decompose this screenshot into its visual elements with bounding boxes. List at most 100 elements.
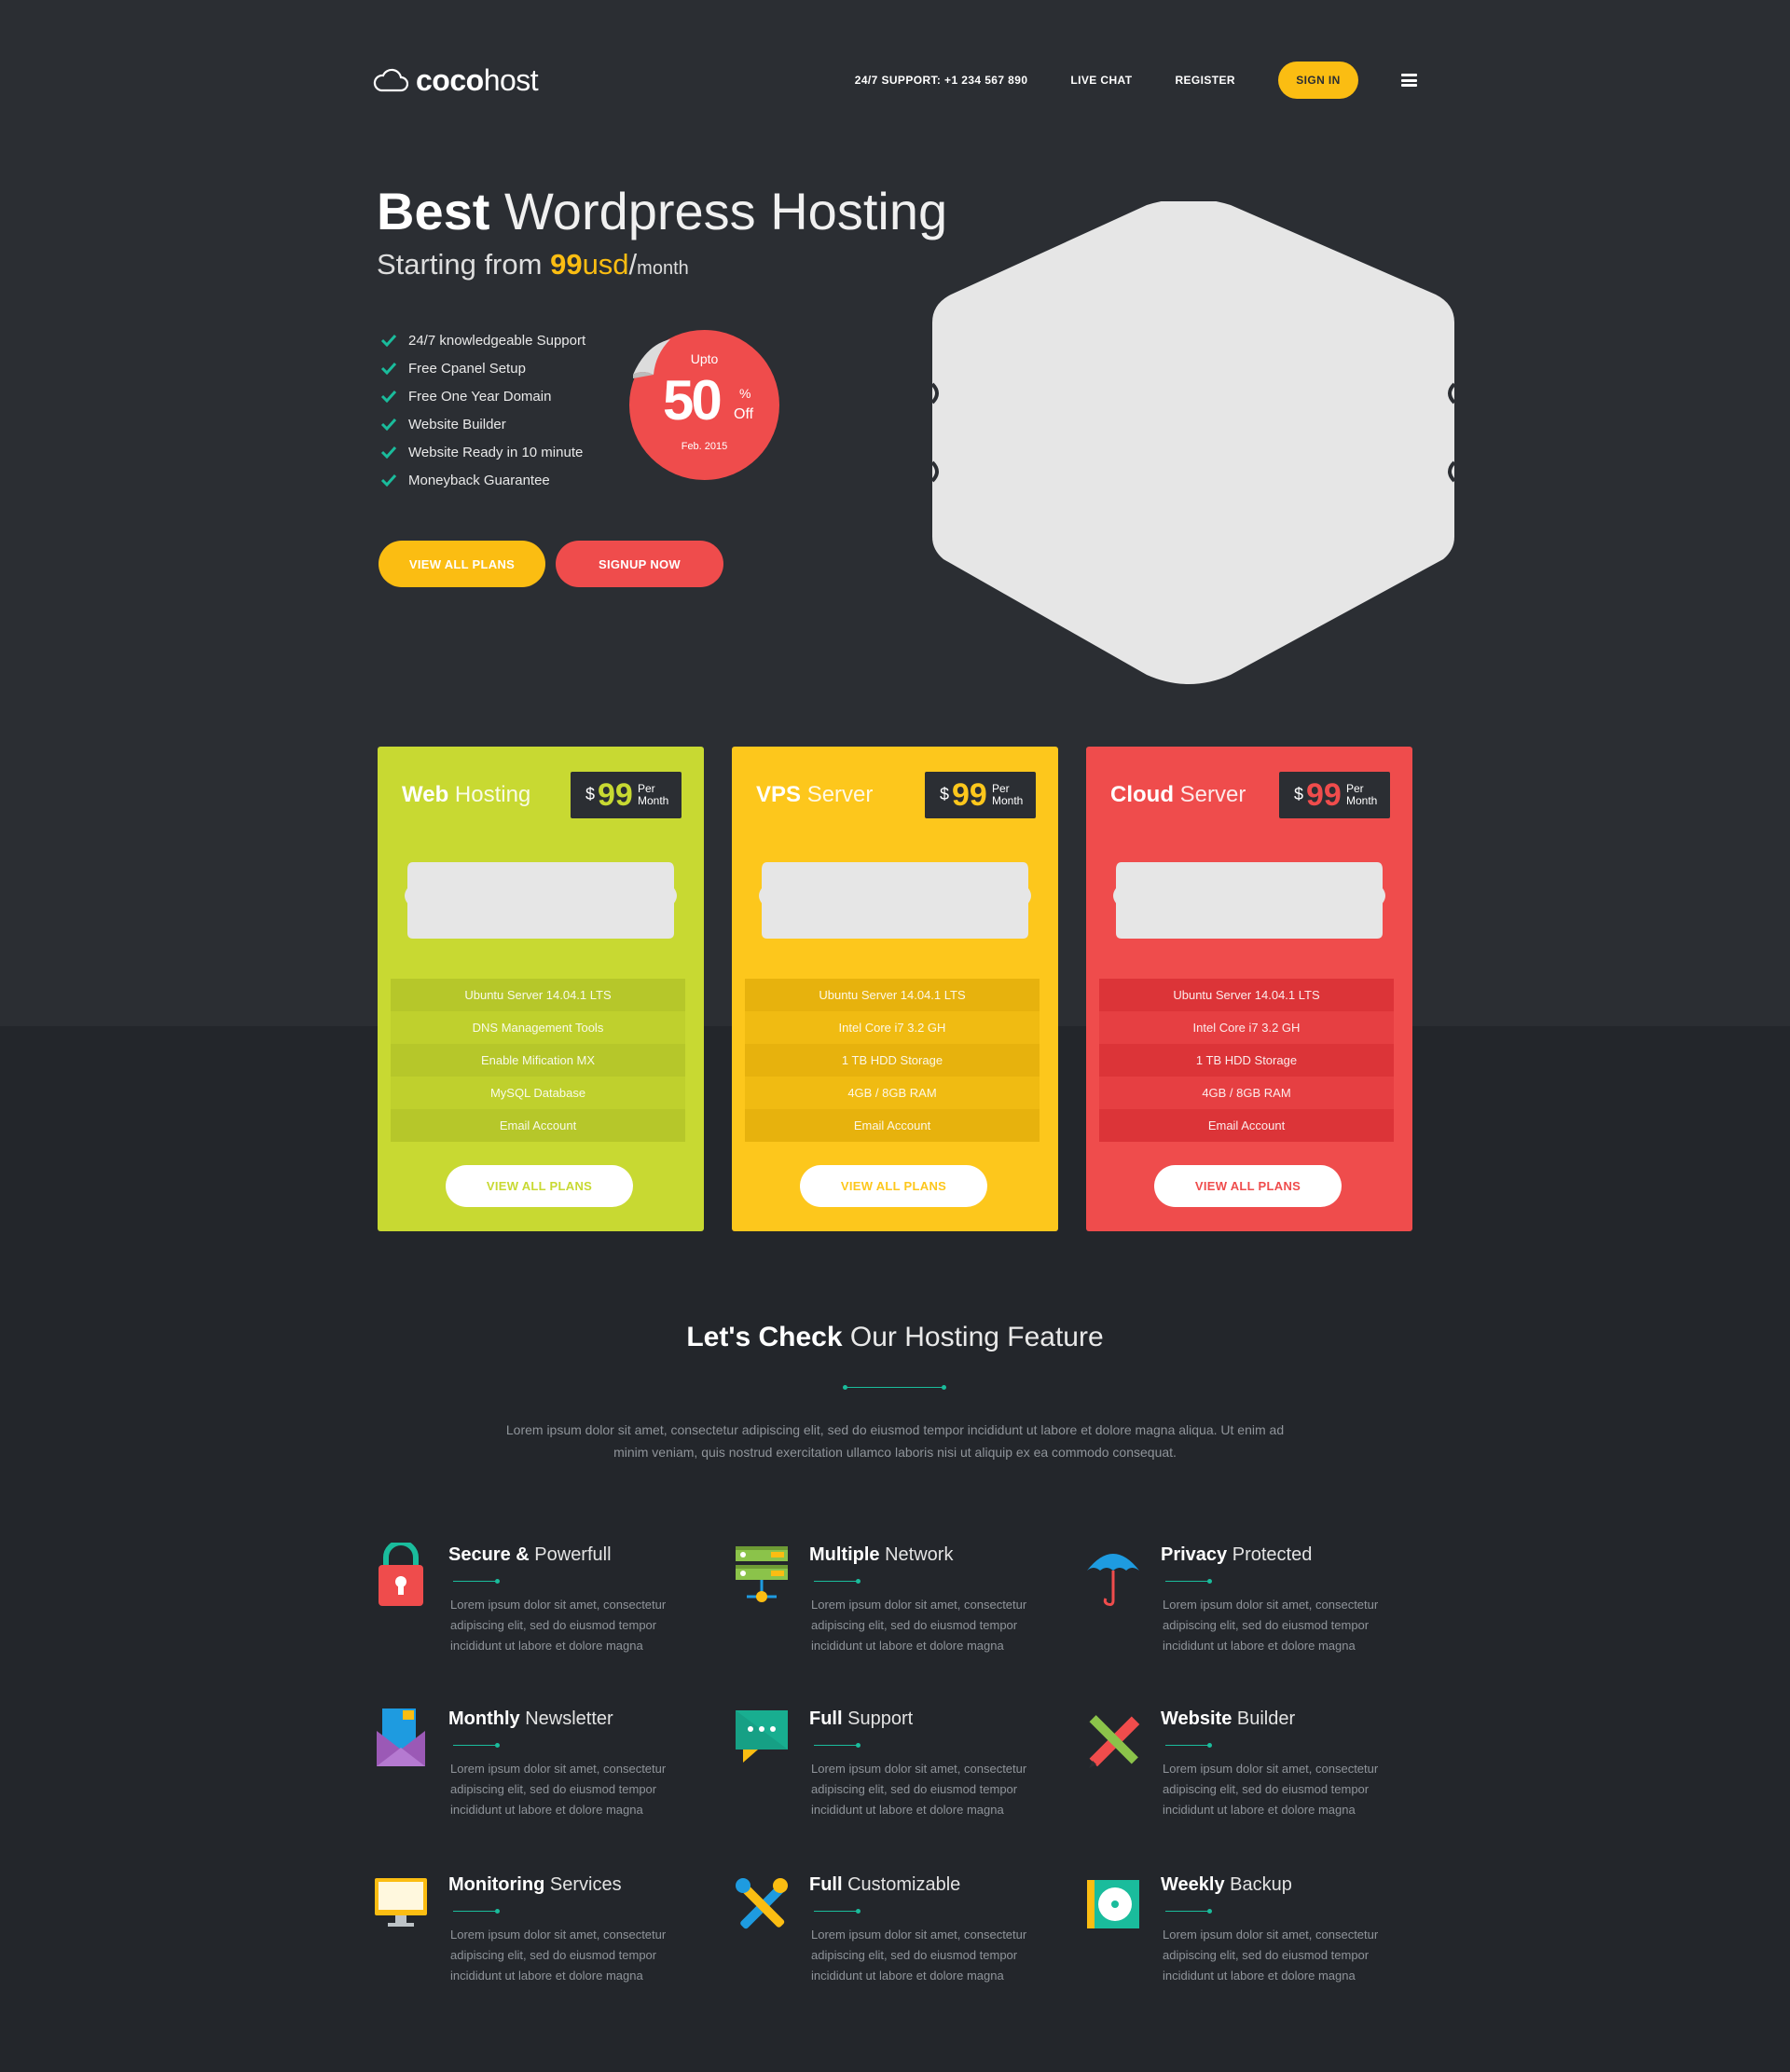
feature-divider: [1162, 1907, 1212, 1915]
feature-title-bold: Privacy: [1161, 1544, 1228, 1565]
plan-currency: $: [585, 785, 596, 803]
feature-item: Monthly Newsletter Lorem ipsum dolor sit …: [373, 1707, 681, 1837]
feature-title-light: Protected: [1232, 1544, 1313, 1565]
plan-per-label: Per: [1346, 782, 1364, 795]
server-network-icon: [734, 1543, 790, 1608]
feature-title-bold: Full: [809, 1708, 843, 1729]
hamburger-menu-icon[interactable]: [1401, 74, 1417, 87]
vps-server-card: VPS Server $99 Per Month Ubuntu Server 14.04…: [732, 747, 1058, 1231]
plan-spec-row: MySQL Database: [391, 1077, 685, 1109]
plan-period: Per Month: [992, 783, 1023, 807]
hero-feature-item: Website Ready in 10 minute: [380, 438, 585, 466]
feature-item: Full Customizable Lorem ipsum dolor sit a…: [734, 1873, 1041, 2003]
feature-title-light: Services: [549, 1874, 622, 1895]
feature-divider: [449, 1741, 500, 1750]
chat-bubble-icon: [734, 1707, 790, 1772]
logo[interactable]: cocohost: [373, 63, 539, 97]
server-rack-illustration: [1113, 862, 1385, 939]
feature-title-bold: Secure &: [448, 1544, 530, 1565]
feature-title: Website Builder: [1161, 1708, 1295, 1730]
plan-name-light: Server: [1179, 782, 1246, 807]
plan-per-label: Per: [992, 782, 1010, 795]
feature-item: Monitoring Services Lorem ipsum dolor sit…: [373, 1873, 681, 2003]
feature-title-light: Newsletter: [525, 1708, 613, 1729]
feature-item: Website Builder Lorem ipsum dolor sit ame…: [1085, 1707, 1393, 1837]
plan-spec-row: Intel Core i7 3.2 GH: [745, 1011, 1040, 1044]
hero-sub-slash: /: [628, 248, 638, 281]
plan-price-box: $99 Per Month: [1279, 772, 1390, 818]
hero-feature-item: Website Builder: [380, 410, 585, 438]
plan-name: VPS Server: [756, 782, 873, 808]
badge-off: Off: [734, 406, 754, 422]
view-all-plans-button[interactable]: VIEW ALL PLANS: [379, 541, 545, 587]
hero-feature-item: Free One Year Domain: [380, 382, 585, 410]
plan-price: 99: [1306, 777, 1342, 813]
hero-feature-item: 24/7 knowledgeable Support: [380, 326, 585, 354]
lock-icon: [373, 1540, 429, 1608]
check-icon: [380, 334, 397, 347]
feature-item: Weekly Backup Lorem ipsum dolor sit amet,…: [1085, 1873, 1393, 2003]
feature-item: Privacy Protected Lorem ipsum dolor sit a…: [1085, 1543, 1393, 1673]
check-icon: [380, 418, 397, 431]
server-rack-illustration: [759, 862, 1031, 939]
top-nav: 24/7 SUPPORT: +1 234 567 890 LIVE CHAT R…: [855, 62, 1417, 99]
features-title-bold: Let's Check: [686, 1322, 843, 1352]
hero-feature-label: Free Cpanel Setup: [408, 360, 526, 377]
envelope-icon: [373, 1707, 429, 1772]
plan-price: 99: [952, 777, 987, 813]
check-icon: [380, 390, 397, 403]
plan-spec-row: Ubuntu Server 14.04.1 LTS: [1099, 979, 1394, 1011]
plan-price: 99: [598, 777, 633, 813]
feature-title: Privacy Protected: [1161, 1544, 1312, 1566]
sign-in-button[interactable]: SIGN IN: [1278, 62, 1358, 99]
feature-item: Secure & Powerfull Lorem ipsum dolor sit …: [373, 1540, 681, 1673]
feature-title-light: Builder: [1236, 1708, 1296, 1729]
cloud-icon: [373, 68, 408, 92]
feature-description: Lorem ipsum dolor sit amet, consectetur …: [450, 1762, 667, 1817]
plan-period: Per Month: [1346, 783, 1377, 807]
badge-upto: Upto: [690, 351, 719, 366]
register-link[interactable]: REGISTER: [1175, 74, 1235, 87]
plan-spec-row: Email Account: [745, 1109, 1040, 1142]
plan-name-bold: VPS: [756, 782, 802, 807]
feature-description: Lorem ipsum dolor sit amet, consectetur …: [811, 1762, 1027, 1817]
feature-item: Full Support Lorem ipsum dolor sit amet, …: [734, 1707, 1041, 1837]
hero-feature-label: Moneyback Guarantee: [408, 472, 550, 488]
signup-now-button[interactable]: SIGNUP NOW: [556, 541, 723, 587]
feature-title-bold: Full: [809, 1874, 843, 1895]
hero-title: Best Wordpress Hosting: [377, 179, 947, 244]
live-chat-link[interactable]: LIVE CHAT: [1070, 74, 1132, 87]
server-rack-illustration: [405, 862, 677, 939]
plan-spec-row: 4GB / 8GB RAM: [1099, 1077, 1394, 1109]
plan-name: Web Hosting: [402, 782, 530, 808]
feature-title: Monthly Newsletter: [448, 1708, 613, 1730]
feature-divider: [810, 1741, 861, 1750]
plan-view-all-button[interactable]: VIEW ALL PLANS: [1154, 1165, 1342, 1207]
feature-divider: [449, 1907, 500, 1915]
hero-feature-label: Free One Year Domain: [408, 388, 552, 405]
check-icon: [380, 473, 397, 487]
plan-spec-row: 1 TB HDD Storage: [745, 1044, 1040, 1077]
feature-description: Lorem ipsum dolor sit amet, consectetur …: [1163, 1598, 1379, 1653]
wrench-screwdriver-icon: [734, 1873, 790, 1938]
plan-spec-row: Enable Mification MX: [391, 1044, 685, 1077]
feature-title: Monitoring Services: [448, 1874, 622, 1896]
plan-view-all-button[interactable]: VIEW ALL PLANS: [446, 1165, 633, 1207]
badge-date: Feb. 2015: [681, 441, 728, 452]
features-title-light: Our Hosting Feature: [849, 1322, 1104, 1352]
feature-description: Lorem ipsum dolor sit amet, consectetur …: [450, 1928, 667, 1983]
feature-divider: [1162, 1577, 1212, 1585]
feature-description: Lorem ipsum dolor sit amet, consectetur …: [1163, 1762, 1379, 1817]
hero-feature-item: Moneyback Guarantee: [380, 466, 585, 494]
check-icon: [380, 362, 397, 375]
plan-view-all-button[interactable]: VIEW ALL PLANS: [800, 1165, 987, 1207]
feature-title: Secure & Powerfull: [448, 1544, 612, 1566]
plan-per-label: Per: [638, 782, 655, 795]
feature-item: Multiple Network Lorem ipsum dolor sit am…: [734, 1543, 1041, 1673]
plan-spec-row: Ubuntu Server 14.04.1 LTS: [391, 979, 685, 1011]
feature-title-light: Network: [885, 1544, 954, 1565]
feature-divider: [810, 1907, 861, 1915]
support-phone-link[interactable]: 24/7 SUPPORT: +1 234 567 890: [855, 74, 1028, 87]
plan-month-label: Month: [1346, 794, 1378, 807]
plan-month-label: Month: [992, 794, 1024, 807]
